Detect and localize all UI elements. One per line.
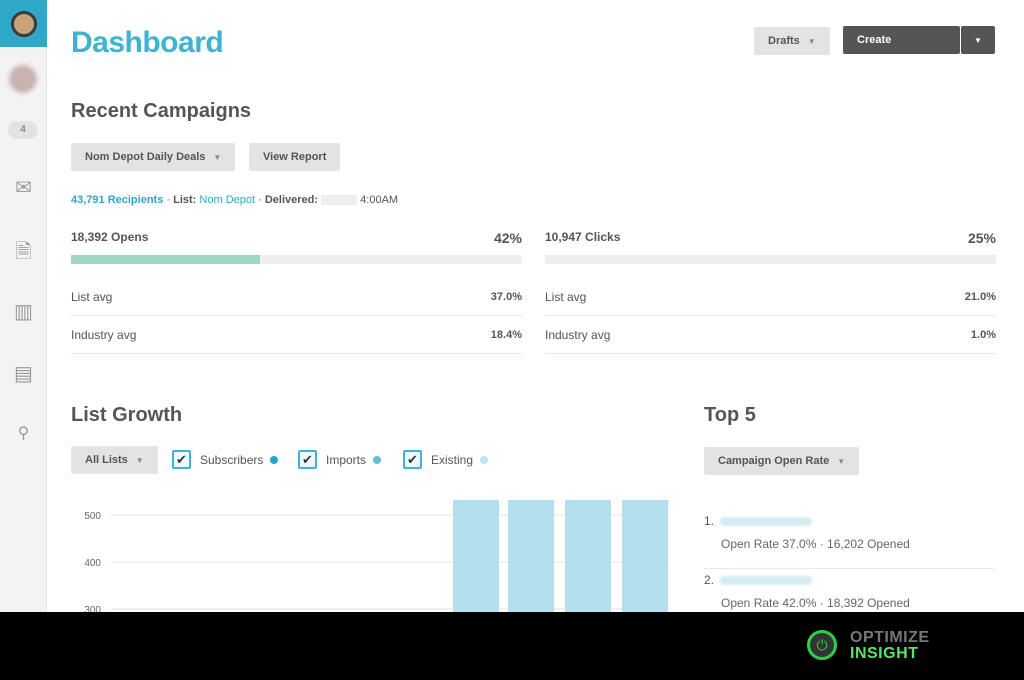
page-title: Dashboard: [71, 26, 224, 59]
chevron-down-icon: ▼: [213, 153, 222, 162]
notification-badge[interactable]: 4: [8, 121, 38, 139]
top5-heading: Top 5: [704, 404, 756, 426]
legend-dot: [270, 455, 279, 464]
y-tick-label: 400: [84, 558, 101, 569]
view-report-button[interactable]: View Report: [249, 143, 341, 171]
imports-checkbox[interactable]: ✔ Imports: [298, 450, 382, 469]
list-label: List:: [173, 194, 197, 206]
drafts-button[interactable]: Drafts ▼: [754, 27, 830, 55]
bar-existing: [508, 500, 554, 612]
top5-list: 1. Open Rate 37.0% · 16,202 Opened 2. Open…: [704, 510, 994, 628]
list-avg-label: List avg: [71, 290, 113, 304]
list-avg-label: List avg: [545, 290, 587, 304]
opens-label: 18,392 Opens: [71, 230, 149, 244]
clicks-progress: [545, 255, 996, 264]
mail-icon[interactable]: ✉: [0, 175, 47, 201]
delivered-time: 4:00AM: [360, 194, 399, 206]
chevron-down-icon: ▼: [837, 457, 846, 466]
y-tick-label: 300: [84, 605, 101, 612]
list-growth-heading: List Growth: [71, 404, 183, 426]
mailchimp-logo[interactable]: [0, 0, 47, 47]
sidebar: 4 ✉ 🗎 ▥ ▤ ⚲: [0, 0, 47, 612]
y-tick-label: 500: [84, 511, 101, 522]
rank: 1.: [704, 514, 715, 528]
clicks-pct: 25%: [967, 230, 996, 246]
brand-line1: OPTIMIZE: [850, 629, 930, 646]
legend-dot: [373, 455, 382, 464]
document-icon[interactable]: 🗎: [0, 237, 47, 263]
campaign-meta: 43,791 Recipients · List: Nom Depot · De…: [71, 194, 399, 206]
checkbox-label: Imports: [326, 452, 367, 467]
campaign-select[interactable]: Nom Depot Daily Deals ▼: [71, 143, 236, 171]
check-icon: ✔: [298, 450, 317, 469]
clicks-label: 10,947 Clicks: [545, 230, 621, 244]
opens-pct: 42%: [493, 230, 522, 246]
avatar[interactable]: [9, 65, 37, 93]
clicks-stat: 10,947 Clicks 25% List avg 21.0% Industry …: [545, 230, 996, 354]
redacted-date: [321, 195, 358, 206]
subscribers-checkbox[interactable]: ✔ Subscribers: [172, 450, 279, 469]
bar-existing: [453, 500, 499, 612]
check-icon: ✔: [403, 450, 422, 469]
list-link[interactable]: Nom Depot: [199, 194, 255, 206]
existing-checkbox[interactable]: ✔ Existing: [403, 450, 489, 469]
rank: 2.: [704, 573, 715, 587]
recipients-link[interactable]: 43,791 Recipients: [71, 194, 163, 206]
create-campaign-dropdown[interactable]: ▼: [961, 26, 995, 54]
search-icon[interactable]: ⚲: [0, 423, 47, 449]
all-lists-select[interactable]: All Lists ▼: [71, 446, 158, 474]
redacted-campaign-name: [720, 516, 813, 526]
chevron-down-icon: ▼: [974, 36, 982, 45]
opens-progress: [71, 255, 522, 264]
redacted-campaign-name: [720, 575, 813, 585]
list-avg-value: 37.0%: [490, 291, 522, 303]
optimize-insight-logo: OPTIMIZE INSIGHT: [850, 630, 930, 662]
bar-existing: [565, 500, 611, 612]
list-avg-value: 21.0%: [964, 291, 996, 303]
industry-avg-value: 1.0%: [970, 329, 996, 341]
recent-campaigns-heading: Recent Campaigns: [71, 100, 252, 122]
list-growth-chart: 500 400 300: [84, 500, 669, 612]
delivered-label: Delivered:: [264, 194, 319, 206]
item-detail: Open Rate 42.0% · 18,392 Opened: [721, 596, 910, 610]
item-detail: Open Rate 37.0% · 16,202 Opened: [721, 537, 910, 551]
create-campaign-button[interactable]: Create Campaign: [843, 26, 960, 74]
bar-existing: [622, 500, 668, 612]
checkbox-label: Existing: [431, 452, 474, 467]
check-icon: ✔: [172, 450, 191, 469]
list-icon[interactable]: ▤: [0, 361, 47, 387]
chart-icon[interactable]: ▥: [0, 299, 47, 325]
industry-avg-label: Industry avg: [545, 328, 611, 342]
chevron-down-icon: ▼: [807, 37, 816, 46]
industry-avg-label: Industry avg: [71, 328, 137, 342]
campaign-select-label: Nom Depot Daily Deals: [85, 151, 206, 163]
top5-metric-select[interactable]: Campaign Open Rate ▼: [704, 447, 860, 475]
list-item[interactable]: 1. Open Rate 37.0% · 16,202 Opened: [704, 510, 994, 569]
industry-avg-value: 18.4%: [490, 329, 522, 341]
power-icon: ⏻: [807, 630, 837, 660]
brand-line2: INSIGHT: [850, 645, 919, 662]
legend-dot: [480, 455, 489, 464]
top5-select-label: Campaign Open Rate: [718, 455, 830, 467]
opens-stat: 18,392 Opens 42% List avg 37.0% Industry a…: [71, 230, 522, 354]
chevron-down-icon: ▼: [135, 456, 144, 465]
all-lists-label: All Lists: [85, 454, 128, 466]
checkbox-label: Subscribers: [200, 452, 264, 467]
drafts-label: Drafts: [768, 35, 800, 47]
